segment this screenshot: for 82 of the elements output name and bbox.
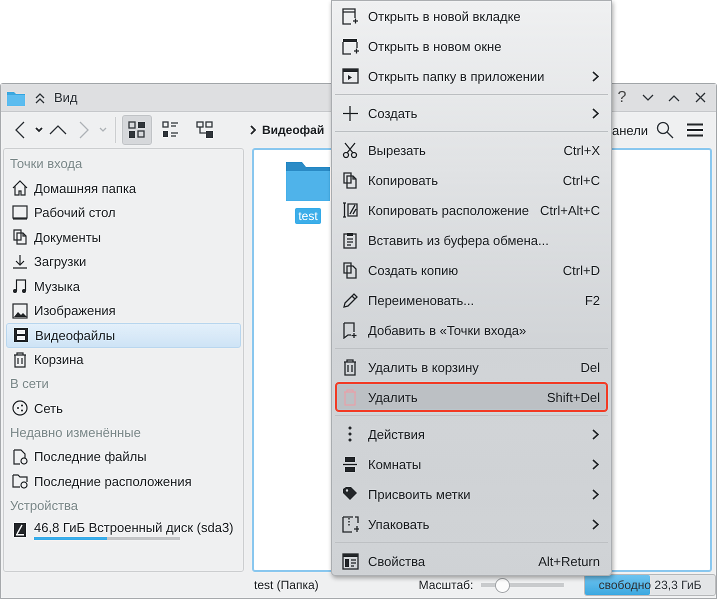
menu-item[interactable]: Комнаты — [335, 449, 608, 479]
desktop-icon — [12, 204, 28, 221]
trash-icon — [342, 388, 358, 406]
recent-folder-icon — [12, 473, 28, 490]
menu-item[interactable]: Открыть папку в приложении — [335, 61, 608, 91]
menu-item[interactable]: Удалить в корзину Del — [335, 352, 608, 382]
search-icon — [656, 121, 674, 139]
scissors-icon — [342, 142, 358, 158]
caret-down-icon — [99, 127, 107, 133]
chevrons-up-icon[interactable] — [34, 92, 46, 104]
breadcrumb-item[interactable]: Видеофай — [262, 123, 324, 137]
section-header: Устройства — [9, 496, 80, 515]
duplicate-icon — [342, 262, 358, 278]
compact-view-icon — [162, 121, 180, 139]
place-item[interactable]: Изображения — [6, 298, 241, 323]
tree-view-icon — [196, 121, 214, 139]
selection-info: test (Папка) — [254, 578, 319, 592]
clipboard-icon — [342, 232, 358, 248]
folder-icon — [285, 160, 331, 202]
help-button[interactable]: ? — [614, 88, 630, 106]
menu-item[interactable]: Свойства Alt+Return — [335, 546, 608, 576]
place-item[interactable]: Документы — [6, 225, 241, 250]
plus-icon — [342, 104, 358, 122]
pencil-icon — [342, 292, 358, 308]
place-item[interactable]: Последние расположения — [6, 469, 241, 494]
menu-item[interactable]: Присвоить метки — [335, 479, 608, 509]
app-window-icon — [342, 68, 358, 84]
place-item[interactable]: 46,8 ГиБ Встроенный диск (sda3) — [34, 520, 234, 535]
menu-item[interactable]: Действия — [335, 419, 608, 449]
place-item[interactable]: Загрузки — [6, 250, 241, 274]
window-title: Вид — [54, 90, 78, 105]
menu-item[interactable]: Вырезать Ctrl+X — [335, 135, 608, 165]
menu-icon — [686, 123, 704, 137]
chevron-right-icon — [250, 125, 256, 135]
menu-item[interactable]: Создать копию Ctrl+D — [335, 255, 608, 285]
menu-item[interactable]: Упаковать — [335, 509, 608, 539]
trash-icon — [12, 352, 28, 368]
music-note-icon — [12, 278, 28, 294]
close-icon — [694, 92, 706, 103]
chevron-down-icon — [642, 94, 654, 102]
section-header: Точки входа — [9, 155, 84, 173]
menu-item[interactable]: Открыть в новом окне — [335, 31, 608, 61]
place-item[interactable]: Домашняя папка — [6, 176, 241, 200]
download-icon — [12, 254, 28, 270]
slider-thumb[interactable] — [495, 578, 510, 592]
copy-icon — [342, 172, 358, 188]
menu-item[interactable]: Удалить Shift+Del — [335, 382, 608, 412]
place-item[interactable]: Видеофайлы — [6, 323, 241, 348]
drive-icon — [12, 522, 28, 538]
caret-down-icon — [35, 127, 43, 133]
menu-item[interactable]: Вставить из буфера обмена... — [335, 225, 608, 255]
new-tab-icon — [342, 8, 358, 24]
recent-file-icon — [12, 448, 28, 465]
place-item[interactable]: Музыка — [6, 274, 241, 298]
vertical-dots-icon — [348, 426, 352, 442]
document-icon — [12, 229, 28, 246]
menu-item[interactable]: Копировать Ctrl+C — [335, 165, 608, 195]
network-icon — [12, 400, 28, 416]
new-window-icon — [342, 38, 358, 54]
icons-view-icon — [128, 121, 146, 139]
view-mode-button[interactable] — [122, 115, 152, 145]
image-icon — [12, 302, 28, 319]
tag-icon — [342, 486, 358, 502]
trash-icon — [342, 358, 358, 376]
panels-button[interactable]: анели — [612, 122, 648, 138]
place-item[interactable]: Последние файлы — [6, 444, 241, 469]
menu-item[interactable]: Открыть в новой вкладке — [335, 1, 608, 31]
home-icon — [12, 180, 28, 196]
chevron-up-icon — [668, 94, 680, 102]
menu-item[interactable]: Создать — [335, 98, 608, 128]
place-item[interactable]: Рабочий стол — [6, 200, 241, 225]
place-item[interactable]: Сеть — [6, 396, 241, 420]
properties-icon — [342, 552, 358, 570]
menu-item[interactable]: Добавить в «Точки входа» — [335, 315, 608, 345]
section-header: В сети — [9, 375, 50, 393]
menu-item[interactable]: Копировать расположение Ctrl+Alt+C — [335, 195, 608, 225]
bookmark-add-icon — [342, 322, 358, 338]
film-icon — [13, 327, 29, 344]
zoom-label: Масштаб: — [418, 578, 474, 592]
menu-item[interactable]: Переименовать... F2 — [335, 285, 608, 315]
place-item[interactable]: Корзина — [6, 348, 241, 372]
section-header: Недавно изменённые — [9, 424, 142, 442]
